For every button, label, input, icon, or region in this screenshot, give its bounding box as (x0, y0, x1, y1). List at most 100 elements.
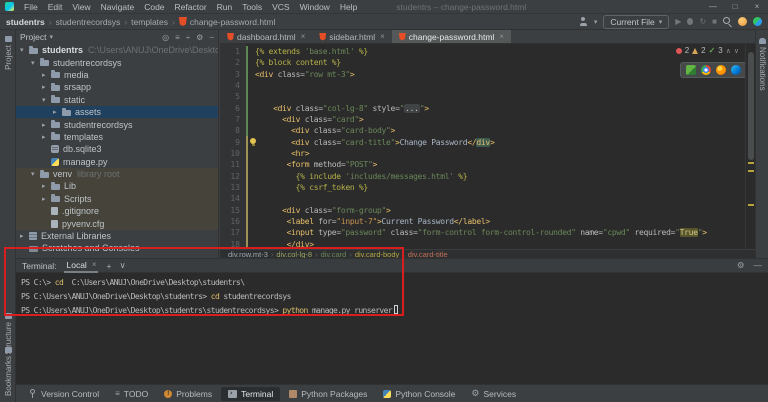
terminal-settings-icon[interactable]: ⚙ (737, 260, 745, 271)
close-tab-icon[interactable]: × (499, 32, 504, 41)
menu-refactor[interactable]: Refactor (170, 2, 212, 12)
tree-item-lib[interactable]: ▸ Lib (16, 180, 218, 193)
expand-all-icon[interactable]: ≡ (175, 33, 180, 42)
tab-change-password-html[interactable]: change-password.html × (391, 30, 511, 43)
intention-bulb-icon[interactable] (250, 138, 256, 146)
tree-item-scratches-and-consoles[interactable]: Scratches and Consoles (16, 242, 218, 254)
breadcrumb-item-studentrecordsys[interactable]: studentrecordsys (56, 17, 121, 27)
tree-item-studentrecordsys[interactable]: ▾ studentrecordsys (16, 56, 218, 68)
tree-item-media[interactable]: ▸ media (16, 69, 218, 81)
stop-button[interactable]: ■ (712, 17, 717, 26)
menu-view[interactable]: View (67, 2, 95, 12)
menu-file[interactable]: File (19, 2, 43, 12)
menu-run[interactable]: Run (212, 2, 238, 12)
hide-terminal-icon[interactable]: — (754, 260, 763, 271)
maximize-button[interactable]: □ (724, 2, 746, 11)
editor-scrollbar[interactable] (745, 44, 755, 249)
menu-window[interactable]: Window (295, 2, 335, 12)
user-profile-icon[interactable] (579, 17, 588, 26)
scratch-icon (29, 245, 38, 252)
toolwindow-problems[interactable]: ! Problems (157, 387, 219, 401)
tree-item-gitignore[interactable]: .gitignore (16, 205, 218, 218)
plugin-teal-icon[interactable] (753, 17, 762, 26)
toolwindow-python-packages[interactable]: Python Packages (282, 387, 374, 401)
tool-button-notifications[interactable]: Notifications (756, 38, 768, 91)
run-button[interactable]: ▶ (675, 17, 681, 26)
tree-item-pyvenv-cfg[interactable]: pyvenv.cfg (16, 217, 218, 230)
breadcrumb-item-templates[interactable]: templates (131, 17, 168, 27)
tool-button-bookmarks[interactable]: Bookmarks (0, 346, 16, 396)
run-configuration-select[interactable]: Current File ▾ (603, 14, 670, 29)
chevron-right-icon: ▸ (42, 71, 46, 79)
plugin-orange-icon[interactable] (738, 17, 747, 26)
rerun-button[interactable]: ↻ (699, 17, 706, 26)
toolwindow-todo[interactable]: ≡ TODO (108, 387, 155, 401)
search-everywhere-icon[interactable] (723, 17, 732, 26)
tree-item-templates[interactable]: ▸ templates (16, 131, 218, 143)
code-line: {% extends 'base.html' %} (255, 47, 368, 56)
close-button[interactable]: × (746, 2, 768, 11)
menu-help[interactable]: Help (335, 2, 362, 12)
tree-item-srsapp[interactable]: ▸ srsapp (16, 81, 218, 93)
tree-item-venv[interactable]: ▾ venv library root (16, 167, 218, 181)
terminal-output[interactable]: PS C:\> cd C:\Users\ANUJ\OneDrive\Deskto… (16, 273, 768, 318)
edge-icon[interactable] (731, 65, 741, 75)
tab-label: sidebar.html (329, 31, 376, 42)
firefox-icon[interactable] (716, 65, 726, 75)
menu-code[interactable]: Code (139, 2, 169, 12)
hide-panel-icon[interactable]: − (209, 33, 214, 42)
next-problem-icon[interactable]: ∨ (734, 47, 739, 55)
menu-edit[interactable]: Edit (43, 2, 68, 12)
code-editor[interactable]: 1 2 3 4 5 6 7 8 9 10 11 12 13 14 15 16 17 18 {% extends '… (220, 44, 745, 250)
menu-tools[interactable]: Tools (237, 2, 267, 12)
new-terminal-icon[interactable]: + (106, 261, 111, 271)
folder-icon (40, 169, 49, 178)
toolwindow-services[interactable]: ⚙ Services (464, 386, 523, 401)
tab-sidebar-html[interactable]: sidebar.html × (312, 30, 392, 43)
locate-file-icon[interactable]: ◎ (162, 33, 169, 42)
tree-item-external-libraries[interactable]: ▸ External Libraries (16, 230, 218, 242)
chevron-down-icon: ▾ (658, 18, 663, 26)
code-line: {% csrf_token %} (295, 182, 369, 192)
terminal-header: Terminal: Local × + ∨ ⚙ — (16, 259, 768, 273)
chevron-right-icon: ▸ (20, 233, 24, 241)
line-number-gutter: 1 2 3 4 5 6 7 8 9 10 11 12 13 14 15 16 17 18 (220, 44, 246, 249)
chevron-down-icon: ▾ (31, 59, 35, 67)
tab-dashboard-html[interactable]: dashboard.html × (220, 30, 312, 43)
toolwindow-python-console[interactable]: Python Console (376, 387, 462, 401)
tree-item-studentrecordsys[interactable]: ▸ studentrecordsys (16, 118, 218, 130)
breadcrumb-item-change-password-html[interactable]: change-password.html (190, 17, 276, 27)
tree-item-scripts[interactable]: ▸ Scripts (16, 192, 218, 206)
html-file-icon (178, 17, 187, 26)
menu-vcs[interactable]: VCS (267, 2, 294, 12)
terminal-tab-local[interactable]: Local × (64, 259, 99, 273)
minimize-button[interactable]: — (702, 2, 724, 11)
tree-item-assets[interactable]: ▸ assets (16, 105, 218, 119)
prev-problem-icon[interactable]: ∧ (726, 47, 731, 55)
chrome-icon[interactable] (701, 65, 711, 75)
settings-icon[interactable]: ⚙ (196, 33, 203, 42)
ide-preview-icon[interactable] (686, 65, 696, 75)
collapse-all-icon[interactable]: ÷ (186, 33, 190, 42)
tree-label: srsapp (64, 82, 92, 93)
tree-item-static[interactable]: ▾ static (16, 94, 218, 106)
tree-label: manage.py (63, 156, 108, 167)
tree-item-studentrs[interactable]: ▾ studentrs C:\Users\ANUJ\OneDrive\Desktop… (16, 44, 218, 56)
close-tab-icon[interactable]: × (301, 32, 306, 41)
pycharm-logo-icon (5, 2, 14, 11)
close-icon[interactable]: × (92, 260, 97, 269)
breadcrumb-separator: › (124, 16, 128, 27)
breadcrumb-item-studentrs[interactable]: studentrs (6, 17, 45, 27)
structure-tool-icon (4, 312, 12, 319)
inspections-widget[interactable]: 2 2 ✓ 3 ∧ ∨ (675, 46, 739, 55)
tree-item-manage-py[interactable]: manage.py (16, 156, 218, 168)
debug-button[interactable] (687, 18, 694, 25)
tree-item-db-sqlite3[interactable]: db.sqlite3 (16, 143, 218, 155)
toolwindow-terminal[interactable]: Terminal (221, 386, 281, 401)
tool-button-project[interactable]: Project (0, 36, 16, 70)
menu-navigate[interactable]: Navigate (96, 2, 140, 12)
chevron-down-icon[interactable]: ∨ (119, 260, 125, 271)
scrollbar-thumb[interactable] (748, 52, 754, 160)
toolwindow-version-control[interactable]: Version Control (22, 387, 106, 401)
close-tab-icon[interactable]: × (380, 32, 385, 41)
